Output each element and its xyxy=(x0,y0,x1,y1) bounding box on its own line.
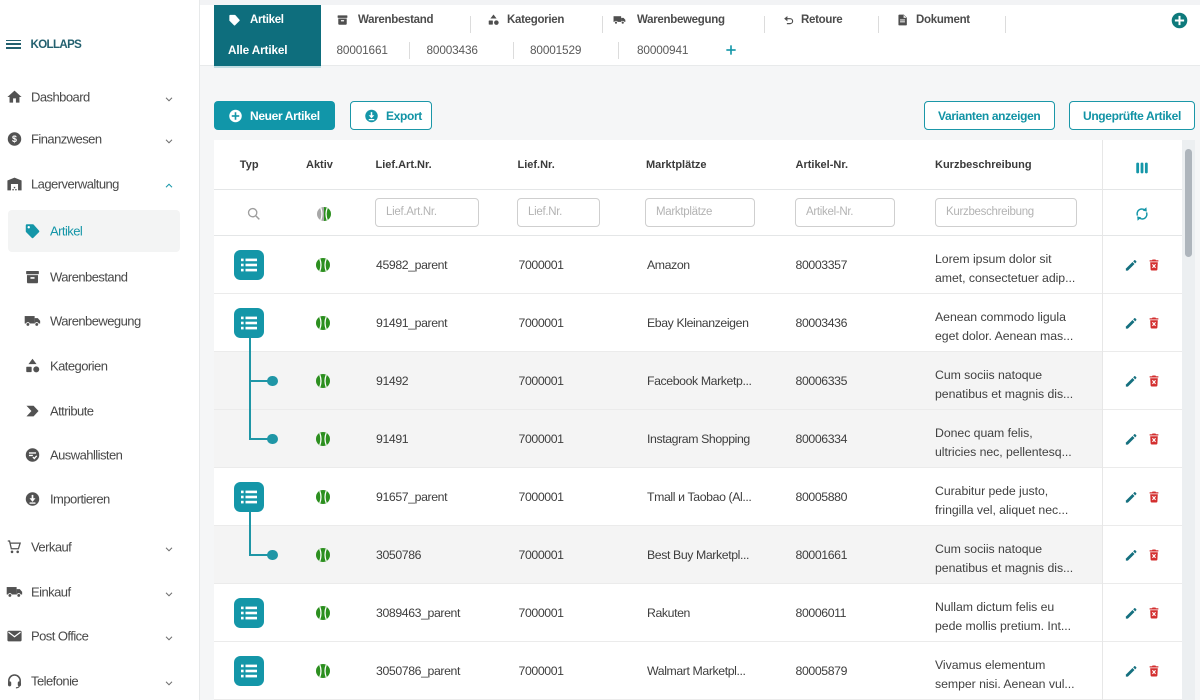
svg-text:$: $ xyxy=(12,134,17,144)
